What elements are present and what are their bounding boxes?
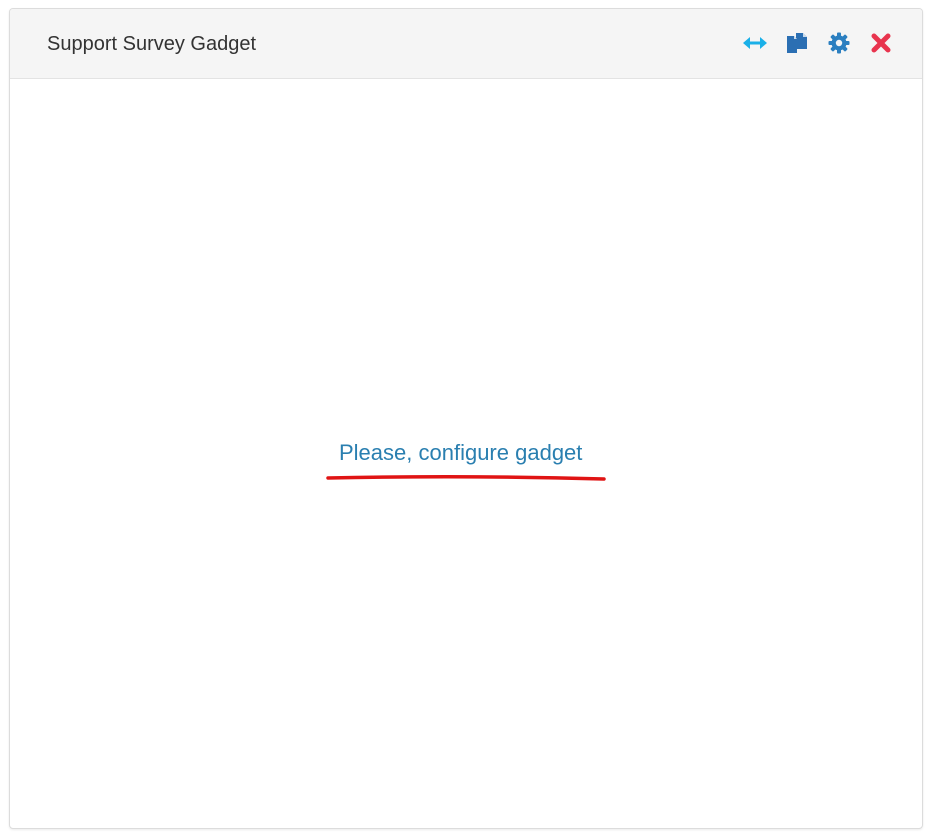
copy-icon (787, 33, 807, 53)
configure-gadget-link[interactable]: Please, configure gadget (339, 439, 582, 467)
gadget-body: Please, configure gadget (10, 79, 922, 828)
resize-button[interactable] (742, 30, 768, 56)
survey-gadget: Support Survey Gadget Please, configure … (9, 8, 923, 829)
gadget-toolbar (726, 28, 894, 58)
gadget-title: Support Survey Gadget (47, 33, 257, 55)
gear-icon (828, 32, 850, 54)
arrows-horizontal-icon (743, 37, 767, 49)
settings-button[interactable] (826, 30, 852, 56)
annotation-underline (326, 474, 606, 481)
close-icon (871, 33, 891, 53)
close-button[interactable] (868, 30, 894, 56)
gadget-header: Support Survey Gadget (10, 9, 922, 79)
copy-button[interactable] (784, 30, 810, 56)
